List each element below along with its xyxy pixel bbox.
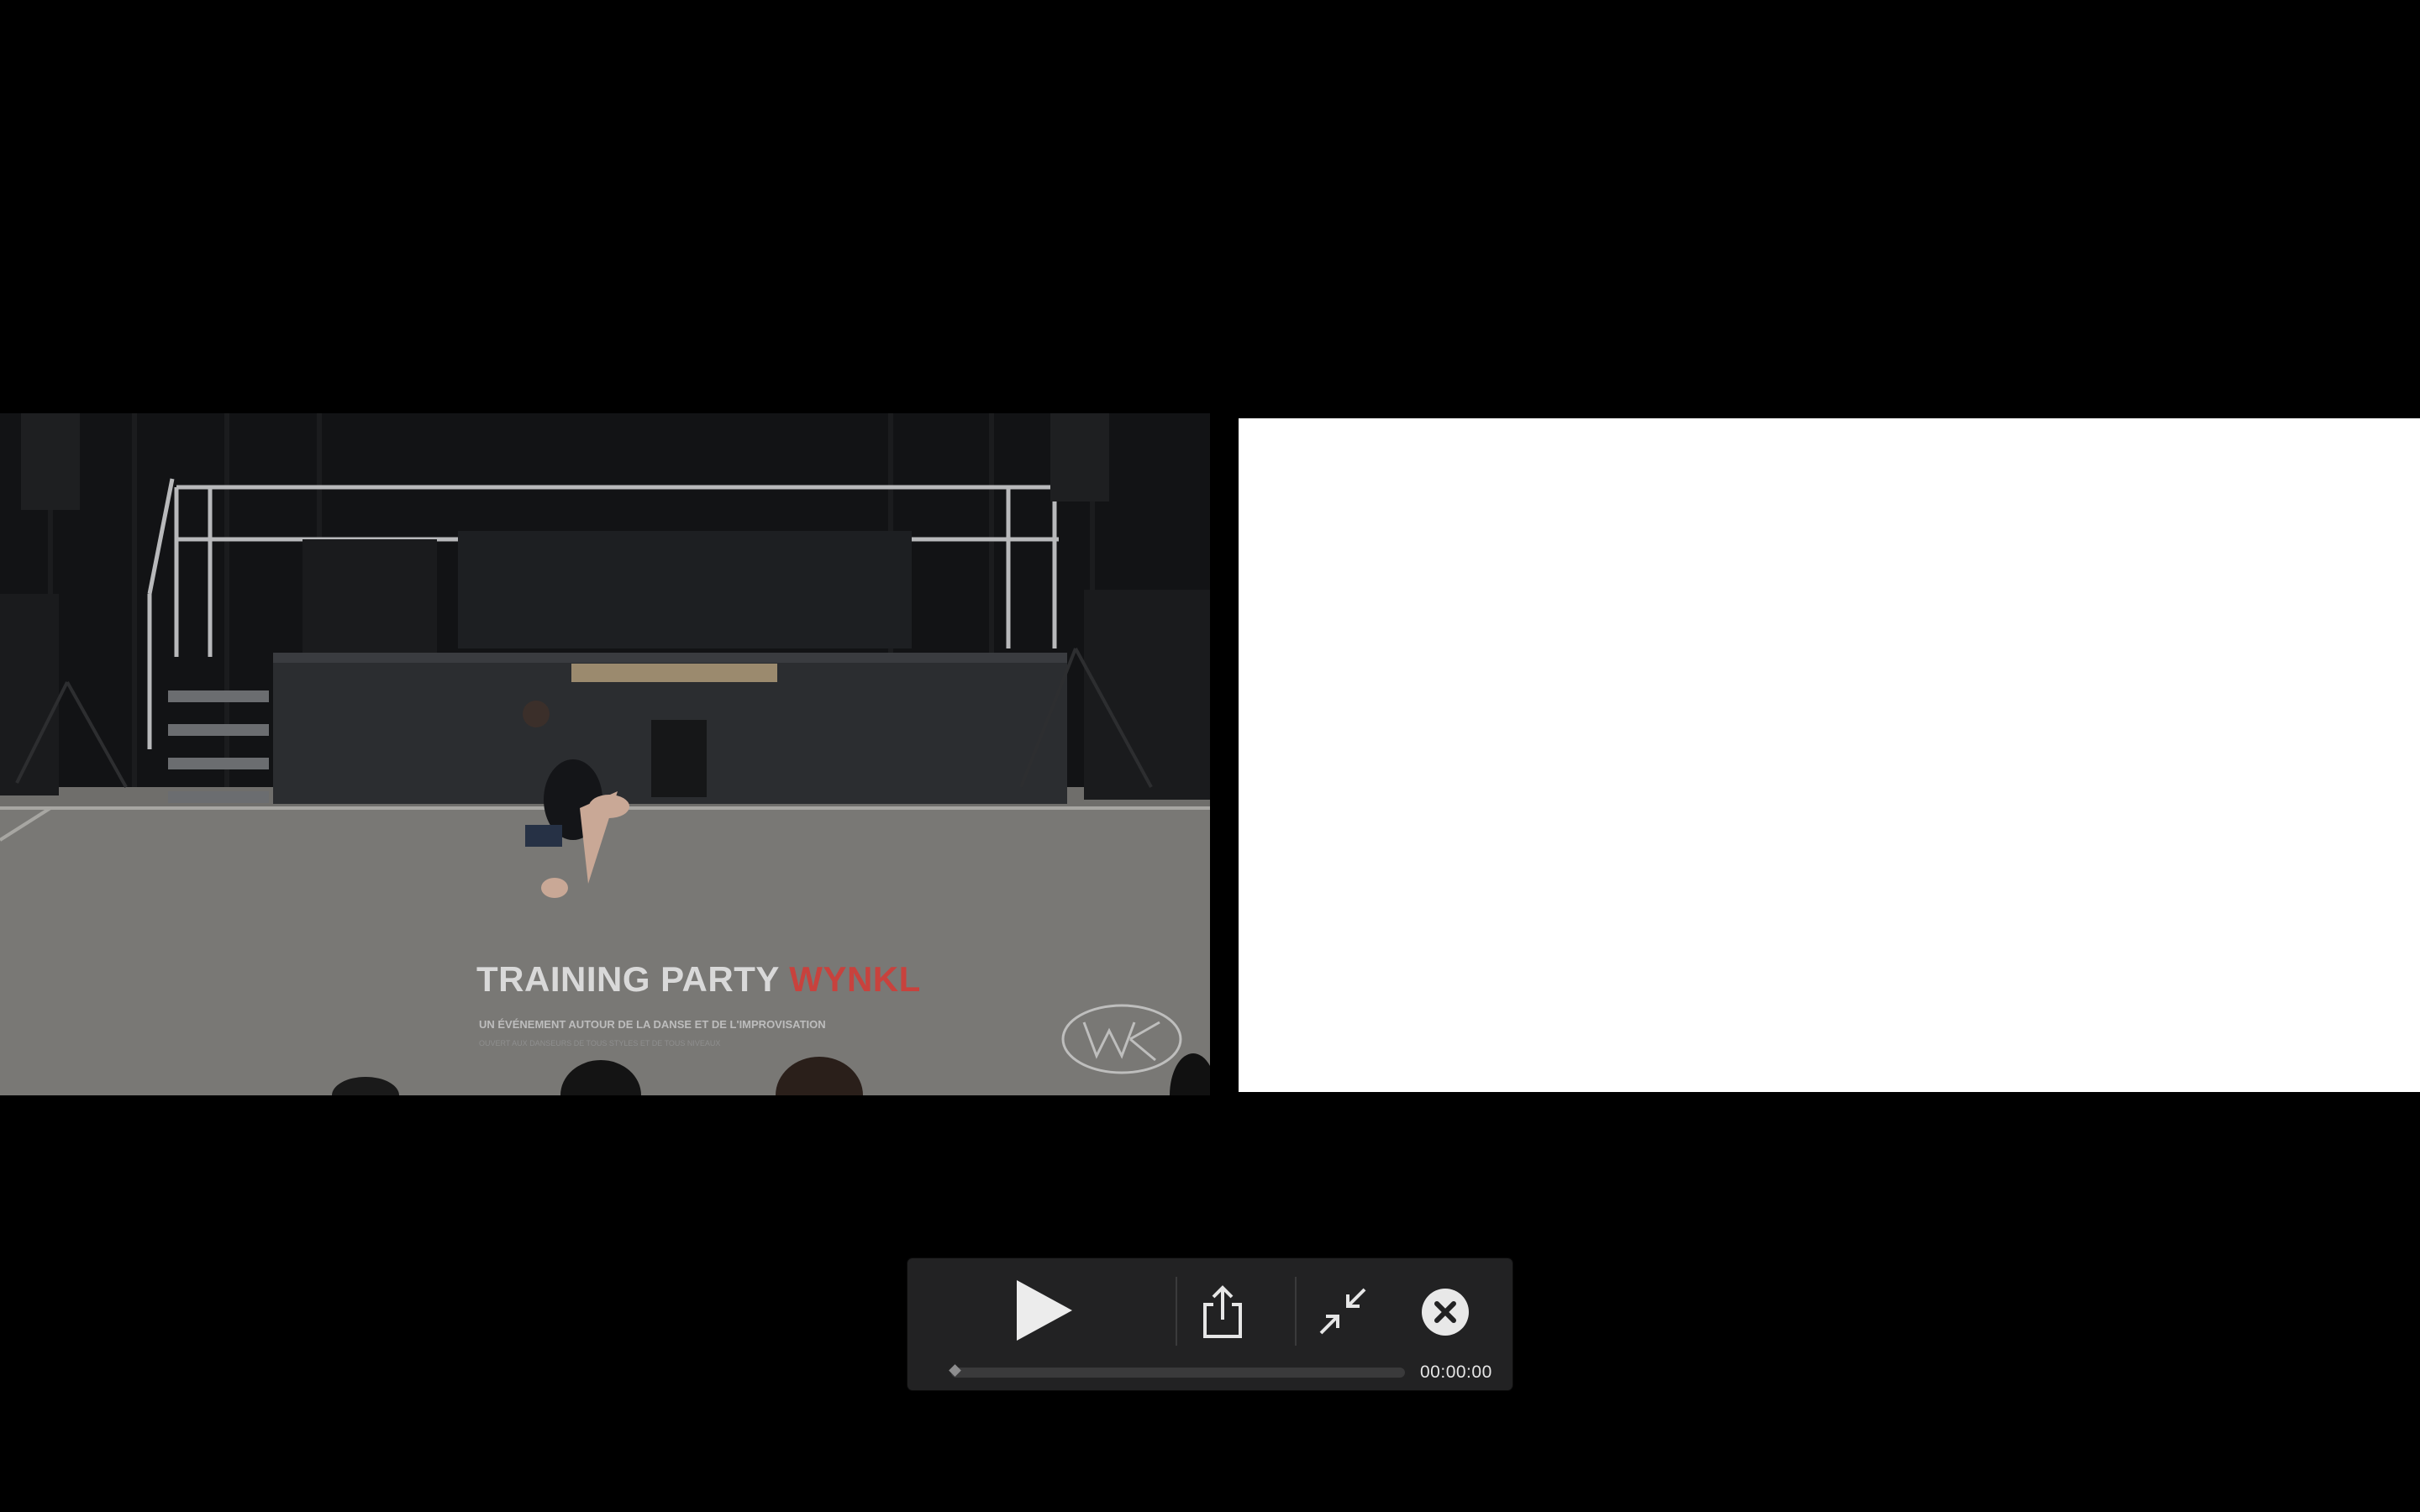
banner-subtitle: UN ÉVÉNEMENT AUTOUR DE LA DANSE ET DE L'… — [479, 1018, 826, 1031]
share-icon — [1203, 1285, 1242, 1338]
close-icon — [1422, 1289, 1469, 1336]
scrubber-playhead[interactable] — [949, 1364, 961, 1377]
fullscreen-stage: TRAINING PARTY WYNKL UN ÉVÉNEMENT AUTOUR… — [0, 0, 2420, 1512]
banner-title-brand: WYNKL — [789, 959, 921, 999]
controls-divider — [1295, 1277, 1297, 1346]
exit-fullscreen-button[interactable] — [1311, 1282, 1375, 1341]
play-icon — [1017, 1280, 1072, 1341]
banner-subtitle-small: OUVERT AUX DANSEURS DE TOUS STYLES ET DE… — [479, 1039, 721, 1047]
share-button[interactable] — [1193, 1280, 1252, 1344]
playback-scrubber[interactable] — [949, 1364, 1405, 1378]
banner-title-main: TRAINING PARTY — [476, 959, 780, 999]
timecode-display: 00:00:00 — [1420, 1362, 1492, 1382]
video-frame[interactable]: TRAINING PARTY WYNKL UN ÉVÉNEMENT AUTOUR… — [0, 413, 1210, 1095]
play-button[interactable] — [1000, 1277, 1084, 1344]
banner-title: TRAINING PARTY WYNKL — [476, 959, 921, 1000]
video-controls-hud: 00:00:00 — [908, 1258, 1512, 1390]
controls-divider — [1176, 1277, 1177, 1346]
exit-fullscreen-icon — [1319, 1288, 1366, 1335]
close-button[interactable] — [1418, 1285, 1472, 1339]
blank-white-panel — [1239, 418, 2420, 1092]
